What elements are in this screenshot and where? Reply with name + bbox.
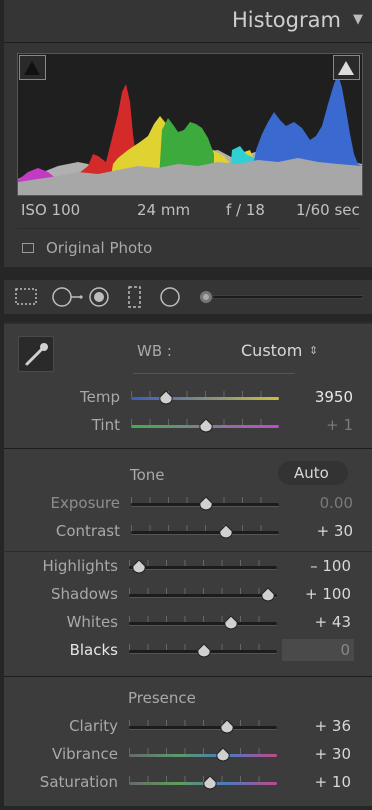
shadows-value[interactable]: + 100 bbox=[288, 585, 351, 603]
whites-slider[interactable] bbox=[129, 615, 277, 634]
histogram-chart[interactable] bbox=[17, 53, 363, 196]
tint-label: Tint bbox=[91, 416, 120, 434]
vibrance-label: Vibrance bbox=[52, 745, 118, 763]
collapse-triangle-icon[interactable]: ▼ bbox=[353, 12, 363, 27]
tone-subdivider bbox=[0, 551, 372, 552]
graduated-filter-icon[interactable] bbox=[128, 286, 141, 308]
shutter-speed-value: 1/60 sec bbox=[296, 201, 360, 219]
iso-value: ISO 100 bbox=[21, 201, 81, 219]
highlights-slider[interactable] bbox=[129, 559, 277, 578]
histogram-title[interactable]: Histogram bbox=[232, 8, 341, 32]
exposure-slider[interactable] bbox=[131, 496, 279, 515]
saturation-slider[interactable] bbox=[129, 775, 277, 794]
temp-value[interactable]: 3950 bbox=[290, 388, 353, 406]
highlights-label: Highlights bbox=[42, 557, 118, 575]
crop-icon[interactable] bbox=[15, 288, 37, 305]
tint-slider[interactable] bbox=[131, 418, 279, 437]
tool-strip-icons bbox=[15, 286, 364, 308]
whites-value[interactable]: + 43 bbox=[288, 613, 351, 631]
blacks-label: Blacks bbox=[69, 641, 118, 659]
presence-label: Presence bbox=[128, 689, 196, 707]
vibrance-slider[interactable] bbox=[129, 747, 277, 766]
contrast-value[interactable]: + 30 bbox=[290, 522, 353, 540]
wb-dropdown[interactable]: Custom bbox=[241, 341, 302, 360]
shadow-clipping-indicator-icon[interactable] bbox=[19, 55, 46, 80]
red-eye-icon[interactable] bbox=[89, 287, 109, 307]
aperture-value: f / 18 bbox=[226, 201, 265, 219]
focal-length-value: 24 mm bbox=[137, 201, 191, 219]
panel-top-edge bbox=[4, 322, 372, 324]
shadows-label: Shadows bbox=[50, 585, 118, 603]
clarity-slider[interactable] bbox=[129, 719, 277, 738]
chevron-updown-icon[interactable]: ⇕ bbox=[309, 344, 318, 357]
histogram-header-divider bbox=[4, 42, 372, 43]
wb-label: WB : bbox=[137, 342, 172, 360]
tone-label: Tone bbox=[130, 466, 165, 484]
white-balance-selector-icon[interactable] bbox=[18, 336, 54, 372]
shadows-slider[interactable] bbox=[129, 587, 277, 606]
histogram-info-divider bbox=[17, 228, 361, 229]
original-photo-label[interactable]: Original Photo bbox=[46, 239, 152, 257]
radial-filter-icon[interactable] bbox=[160, 287, 180, 307]
tone-presence-divider bbox=[4, 676, 372, 677]
wb-underline bbox=[133, 373, 295, 374]
exposure-value[interactable]: 0.00 bbox=[290, 494, 353, 512]
clarity-label: Clarity bbox=[69, 717, 118, 735]
auto-button-label[interactable]: Auto bbox=[294, 464, 329, 482]
clarity-value[interactable]: + 36 bbox=[288, 717, 351, 735]
highlights-value[interactable]: – 100 bbox=[288, 557, 351, 575]
saturation-label: Saturation bbox=[39, 773, 118, 791]
original-photo-checkbox[interactable] bbox=[22, 243, 34, 253]
temp-label: Temp bbox=[80, 388, 120, 406]
auto-button[interactable]: Auto bbox=[278, 461, 348, 485]
exposure-label: Exposure bbox=[50, 494, 120, 512]
highlight-clipping-indicator-icon[interactable] bbox=[333, 55, 360, 80]
blacks-slider[interactable] bbox=[129, 643, 277, 662]
temp-slider[interactable] bbox=[131, 390, 279, 409]
vibrance-value[interactable]: + 30 bbox=[288, 745, 351, 763]
blacks-value-field[interactable]: 0 bbox=[282, 639, 354, 661]
contrast-slider[interactable] bbox=[131, 524, 279, 543]
tint-value[interactable]: + 1 bbox=[290, 416, 353, 434]
spot-removal-icon[interactable] bbox=[52, 287, 83, 307]
wb-tone-divider bbox=[4, 448, 372, 449]
blacks-value[interactable]: 0 bbox=[340, 641, 350, 659]
saturation-value[interactable]: + 10 bbox=[288, 773, 351, 791]
contrast-label: Contrast bbox=[55, 522, 120, 540]
adjustment-brush-icon[interactable] bbox=[200, 291, 364, 303]
whites-label: Whites bbox=[66, 613, 118, 631]
